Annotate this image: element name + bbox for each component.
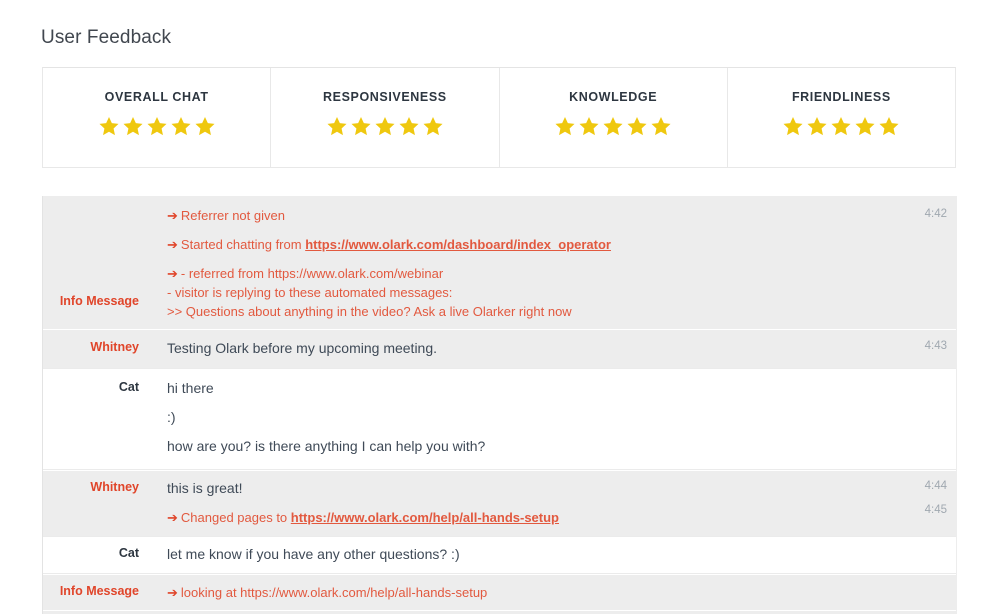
table-row: Cat let me know if you have any other qu… [43, 536, 956, 574]
star-icon [374, 115, 396, 137]
star-icon [422, 115, 444, 137]
info-text: Changed pages to [180, 510, 291, 525]
star-rating-knowledge [554, 115, 672, 137]
message-timestamp: 4:43 [924, 340, 947, 352]
info-line: ➔ - referred from https://www.olark.com/w… [167, 264, 866, 283]
star-icon [782, 115, 804, 137]
star-rating-friendliness [782, 115, 900, 137]
info-text: looking at https://www.olark.com/help/al… [180, 585, 488, 600]
star-icon [650, 115, 672, 137]
message-body: ➔ Referrer not given ➔ Started chatting fr… [139, 206, 866, 321]
message-timestamp: 4:42 [924, 208, 947, 220]
message-sender: Whitney [90, 340, 139, 354]
message-timestamp: 4:44 [924, 480, 947, 492]
message-body: let me know if you have any other questi… [139, 545, 866, 564]
message-sender: Cat [118, 380, 139, 394]
star-icon [326, 115, 348, 137]
info-text: Referrer not given [180, 208, 285, 223]
message-body: this is great! ➔ Changed pages to https:/… [139, 479, 866, 527]
star-rating-responsiveness [326, 115, 444, 137]
message-text: let me know if you have any other questi… [167, 546, 460, 562]
info-line: - visitor is replying to these automated… [167, 283, 866, 302]
table-row: Whitney no questions just watching video… [43, 610, 956, 614]
ratings-summary: OVERALL CHAT RESPONSIVENESS KNOWLEDGE FR… [42, 67, 956, 168]
star-icon [98, 115, 120, 137]
message-link[interactable]: https://www.olark.com/help/all-hands-set… [291, 510, 559, 525]
star-icon [122, 115, 144, 137]
message-sender: Whitney [90, 480, 139, 494]
star-icon [854, 115, 876, 137]
star-icon [602, 115, 624, 137]
star-icon [554, 115, 576, 137]
table-row: Info Message ➔ Referrer not given ➔ Starte… [43, 196, 956, 329]
rating-card-knowledge: KNOWLEDGE [500, 68, 728, 167]
message-link[interactable]: https://www.olark.com/dashboard/index_op… [305, 237, 611, 252]
rating-card-responsiveness: RESPONSIVENESS [271, 68, 500, 167]
info-line: ➔ Changed pages to https://www.olark.com/… [167, 508, 866, 527]
rating-card-overall-chat: OVERALL CHAT [43, 68, 272, 167]
star-icon [626, 115, 648, 137]
info-line: >> Questions about anything in the video… [167, 302, 866, 321]
info-text: Started chatting from [180, 237, 306, 252]
info-line: ➔ looking at https://www.olark.com/help/a… [167, 583, 866, 602]
star-icon [350, 115, 372, 137]
table-row: Whitney Testing Olark before my upcoming… [43, 329, 956, 368]
chat-transcript: Info Message ➔ Referrer not given ➔ Starte… [42, 196, 957, 614]
page-title: User Feedback [41, 27, 172, 48]
message-text: hi there [167, 380, 214, 396]
message-timestamp-group: 4:44 4:45 [866, 479, 956, 516]
message-body: hi there :) how are you? is there anythi… [139, 379, 866, 456]
info-text: >> Questions about anything in the video… [167, 304, 572, 319]
star-icon [578, 115, 600, 137]
message-timestamp: 4:45 [924, 504, 947, 516]
message-sender: Info Message [59, 584, 139, 598]
table-row: Whitney this is great! ➔ Changed pages to… [43, 470, 956, 536]
message-sender: Cat [118, 546, 139, 560]
info-line: ➔ Referrer not given [167, 206, 866, 225]
star-icon [194, 115, 216, 137]
rating-label: RESPONSIVENESS [323, 90, 447, 104]
info-text: - visitor is replying to these automated… [167, 285, 453, 300]
message-body: Testing Olark before my upcoming meeting… [139, 339, 866, 358]
rating-label: FRIENDLINESS [791, 90, 891, 104]
user-feedback-page: User Feedback OVERALL CHAT RESPONSIVENES… [0, 0, 999, 614]
star-icon [806, 115, 828, 137]
star-rating-overall-chat [98, 115, 216, 137]
message-text: how are you? is there anything I can hel… [167, 438, 486, 454]
arrow-icon: ➔ [167, 208, 178, 223]
rating-label: OVERALL CHAT [104, 90, 209, 104]
arrow-icon: ➔ [167, 585, 178, 600]
info-text: - referred from https://www.olark.com/we… [180, 266, 444, 281]
table-row: Cat hi there :) how are you? is there an… [43, 368, 956, 470]
message-text: Testing Olark before my upcoming meeting… [167, 340, 438, 356]
message-text: this is great! [167, 480, 243, 496]
arrow-icon: ➔ [167, 510, 178, 525]
star-icon [878, 115, 900, 137]
star-icon [170, 115, 192, 137]
arrow-icon: ➔ [167, 237, 178, 252]
message-body: ➔ looking at https://www.olark.com/help/a… [139, 583, 866, 602]
rating-card-friendliness: FRIENDLINESS [728, 68, 955, 167]
rating-label: KNOWLEDGE [569, 90, 658, 104]
star-icon [830, 115, 852, 137]
star-icon [146, 115, 168, 137]
table-row: Info Message ➔ looking at https://www.ola… [43, 574, 956, 610]
info-line: ➔ Started chatting from https://www.olark… [167, 235, 866, 254]
message-sender: Info Message [59, 294, 139, 308]
message-text: :) [167, 409, 176, 425]
arrow-icon: ➔ [167, 266, 178, 281]
star-icon [398, 115, 420, 137]
